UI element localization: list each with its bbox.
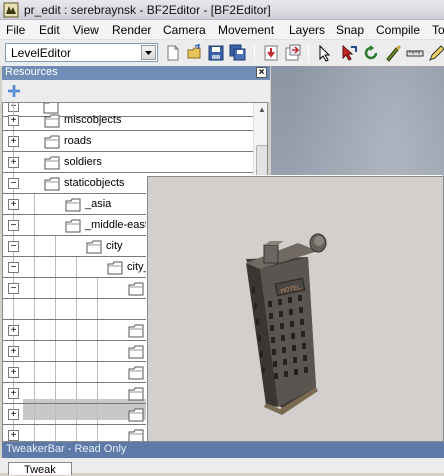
expand-icon[interactable]: + <box>8 409 19 420</box>
folder-icon <box>128 408 144 422</box>
folder-icon <box>128 429 144 441</box>
scroll-up-arrow-icon[interactable]: ▲ <box>256 105 267 117</box>
menu-compile[interactable]: Compile <box>376 23 420 37</box>
expand-icon[interactable]: + <box>8 115 19 126</box>
tree-item-label: _middle-east <box>85 219 148 231</box>
tweakerbar-title: TweakerBar - Read Only <box>6 443 127 455</box>
menu-movement[interactable]: Movement <box>218 23 274 37</box>
main-toolbar: LevelEditor <box>0 40 444 66</box>
menu-view[interactable]: View <box>73 23 99 37</box>
expand-icon[interactable]: + <box>8 346 19 357</box>
menu-snap[interactable]: Snap <box>336 23 364 37</box>
expand-icon[interactable]: + <box>8 430 19 441</box>
save-all-icon[interactable] <box>229 44 247 62</box>
resources-toolbar <box>2 80 270 102</box>
tree-item-label: _asia <box>85 198 112 210</box>
expand-icon[interactable]: + <box>8 157 19 168</box>
open-folder-icon[interactable] <box>186 44 204 62</box>
expand-icon[interactable]: + <box>8 199 19 210</box>
window-title: pr_edit : serebraynsk - BF2Editor - [BF2… <box>24 3 271 17</box>
save-icon[interactable] <box>207 44 225 62</box>
toolbar-separator <box>308 44 309 62</box>
toolbar-separator <box>254 44 255 62</box>
import-icon[interactable] <box>262 44 280 62</box>
editor-mode-select[interactable]: LevelEditor <box>5 43 158 62</box>
tree-item-label: roads <box>64 135 92 147</box>
folder-icon <box>128 345 144 359</box>
folder-icon <box>128 387 144 401</box>
tree-row[interactable]: + roads <box>3 131 253 152</box>
menu-camera[interactable]: Camera <box>163 23 206 37</box>
folder-icon <box>86 240 102 254</box>
ruler-icon[interactable] <box>406 44 424 62</box>
close-icon[interactable]: × <box>256 67 267 78</box>
export-icon[interactable] <box>284 44 302 62</box>
expand-icon[interactable]: + <box>8 367 19 378</box>
tweakerbar-header: TweakerBar - Read Only <box>2 442 444 458</box>
tab-tweak[interactable]: Tweak <box>8 462 72 476</box>
add-resource-icon[interactable] <box>7 84 21 98</box>
folder-icon <box>44 114 60 128</box>
folder-icon <box>44 156 60 170</box>
collapse-icon[interactable]: − <box>8 178 19 189</box>
editor-mode-value: LevelEditor <box>11 46 72 60</box>
collapse-icon[interactable]: − <box>8 262 19 273</box>
resources-title: Resources <box>5 66 58 78</box>
resources-panel-header: Resources × <box>2 66 270 80</box>
tree-row[interactable]: + miscobjects <box>3 110 253 131</box>
folder-icon <box>128 324 144 338</box>
folder-icon <box>44 177 60 191</box>
tree-item-label: soldiers <box>64 156 102 168</box>
resource-preview-panel: HOTEL <box>147 176 444 442</box>
menu-tools[interactable]: Tools <box>432 23 444 37</box>
folder-icon <box>44 135 60 149</box>
expand-icon[interactable]: + <box>8 136 19 147</box>
expand-icon[interactable]: + <box>8 325 19 336</box>
title-bar: pr_edit : serebraynsk - BF2Editor - [BF2… <box>0 0 444 20</box>
collapse-icon[interactable]: − <box>8 283 19 294</box>
menu-render[interactable]: Render <box>112 23 151 37</box>
collapse-icon[interactable]: − <box>8 241 19 252</box>
tab-tweak-label: Tweak <box>24 464 56 476</box>
expand-icon[interactable]: + <box>8 388 19 399</box>
tree-row[interactable]: + soldiers <box>3 152 253 173</box>
menu-layers[interactable]: Layers <box>289 23 325 37</box>
menu-bar: File Edit View Render Camera Movement La… <box>0 20 444 40</box>
new-doc-icon[interactable] <box>164 44 182 62</box>
bf2editor-app-icon <box>3 2 19 18</box>
tree-item-label: miscobjects <box>64 114 122 126</box>
folder-icon <box>128 282 144 296</box>
brush-icon[interactable] <box>384 44 402 62</box>
folder-icon <box>65 198 81 212</box>
folder-icon <box>65 219 81 233</box>
tree-item-label: staticobjects <box>64 177 125 189</box>
select-arrow-icon[interactable] <box>316 44 334 62</box>
folder-icon <box>107 261 123 275</box>
hotel-building-preview: HOTEL <box>246 233 327 415</box>
pencil-icon[interactable] <box>428 44 444 62</box>
move-icon[interactable] <box>340 44 358 62</box>
folder-icon <box>128 366 144 380</box>
collapse-icon[interactable]: − <box>8 220 19 231</box>
menu-file[interactable]: File <box>6 23 25 37</box>
tweakerbar-tabs: Tweak <box>0 458 444 476</box>
chevron-down-icon[interactable] <box>141 45 156 60</box>
menu-edit[interactable]: Edit <box>39 23 60 37</box>
rotate-icon[interactable] <box>362 44 380 62</box>
tree-item-label: city <box>106 240 123 252</box>
